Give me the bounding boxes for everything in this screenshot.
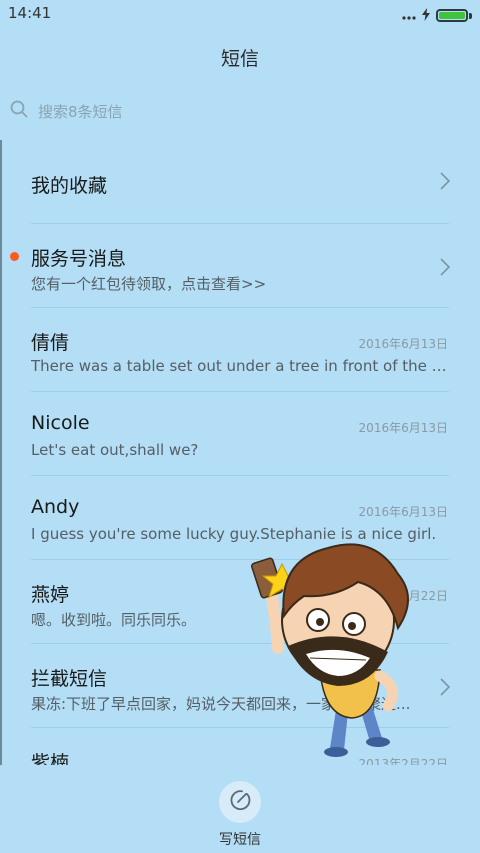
battery-tip [469,12,472,19]
list-item-service-messages[interactable]: 服务号消息 您有一个红包待领取，点击查看>> [0,224,480,308]
conversation-preview: 您有一个红包待领取，点击查看>> [31,275,267,293]
unread-dot [10,252,19,261]
battery-icon [436,9,468,22]
compose-pen-icon [229,789,251,815]
conversation-date: 2016年6月13日 [358,337,448,351]
conversation-preview: There was a table set out under a tree i… [31,357,447,375]
chevron-right-icon [440,257,451,281]
charging-bolt-icon [422,6,430,25]
search-input[interactable]: 搜索8条短信 [38,101,123,122]
conversation-preview: Let's eat out,shall we? [31,441,199,459]
status-bar: 14:41 [0,0,480,28]
compose-button[interactable] [219,781,261,823]
conversation-date: 2016年6月13日 [358,421,448,435]
conversation-name: 倩倩 [31,332,70,354]
chevron-right-icon [440,677,451,701]
conversation-date: 2016年6月13日 [358,505,448,519]
compose-label[interactable]: 写短信 [0,829,480,849]
conversation-name: 拦截短信 [31,668,108,690]
status-time: 14:41 [8,4,52,22]
battery-level [439,12,465,19]
cartoon-boy-sticker [251,543,409,757]
list-item-conversation[interactable]: Nicole 2016年6月13日 Let's eat out,shall we… [0,392,480,476]
conversation-name: Nicole [31,412,90,434]
notification-dots-icon [402,6,416,25]
status-icons [402,6,472,25]
list-item-favorites[interactable]: 我的收藏 [0,140,480,224]
conversation-name: 我的收藏 [31,175,108,197]
search-icon [10,100,28,122]
bottom-bar: 写短信 [0,765,480,853]
conversation-name: Andy [31,496,80,518]
conversation-name: 服务号消息 [31,248,127,270]
page-title: 短信 [220,48,259,70]
list-item-conversation[interactable]: 倩倩 2016年6月13日 There was a table set out … [0,308,480,392]
chevron-right-icon [440,171,451,195]
search-bar[interactable]: 搜索8条短信 [10,100,123,122]
conversation-name: 燕婷 [31,584,70,606]
